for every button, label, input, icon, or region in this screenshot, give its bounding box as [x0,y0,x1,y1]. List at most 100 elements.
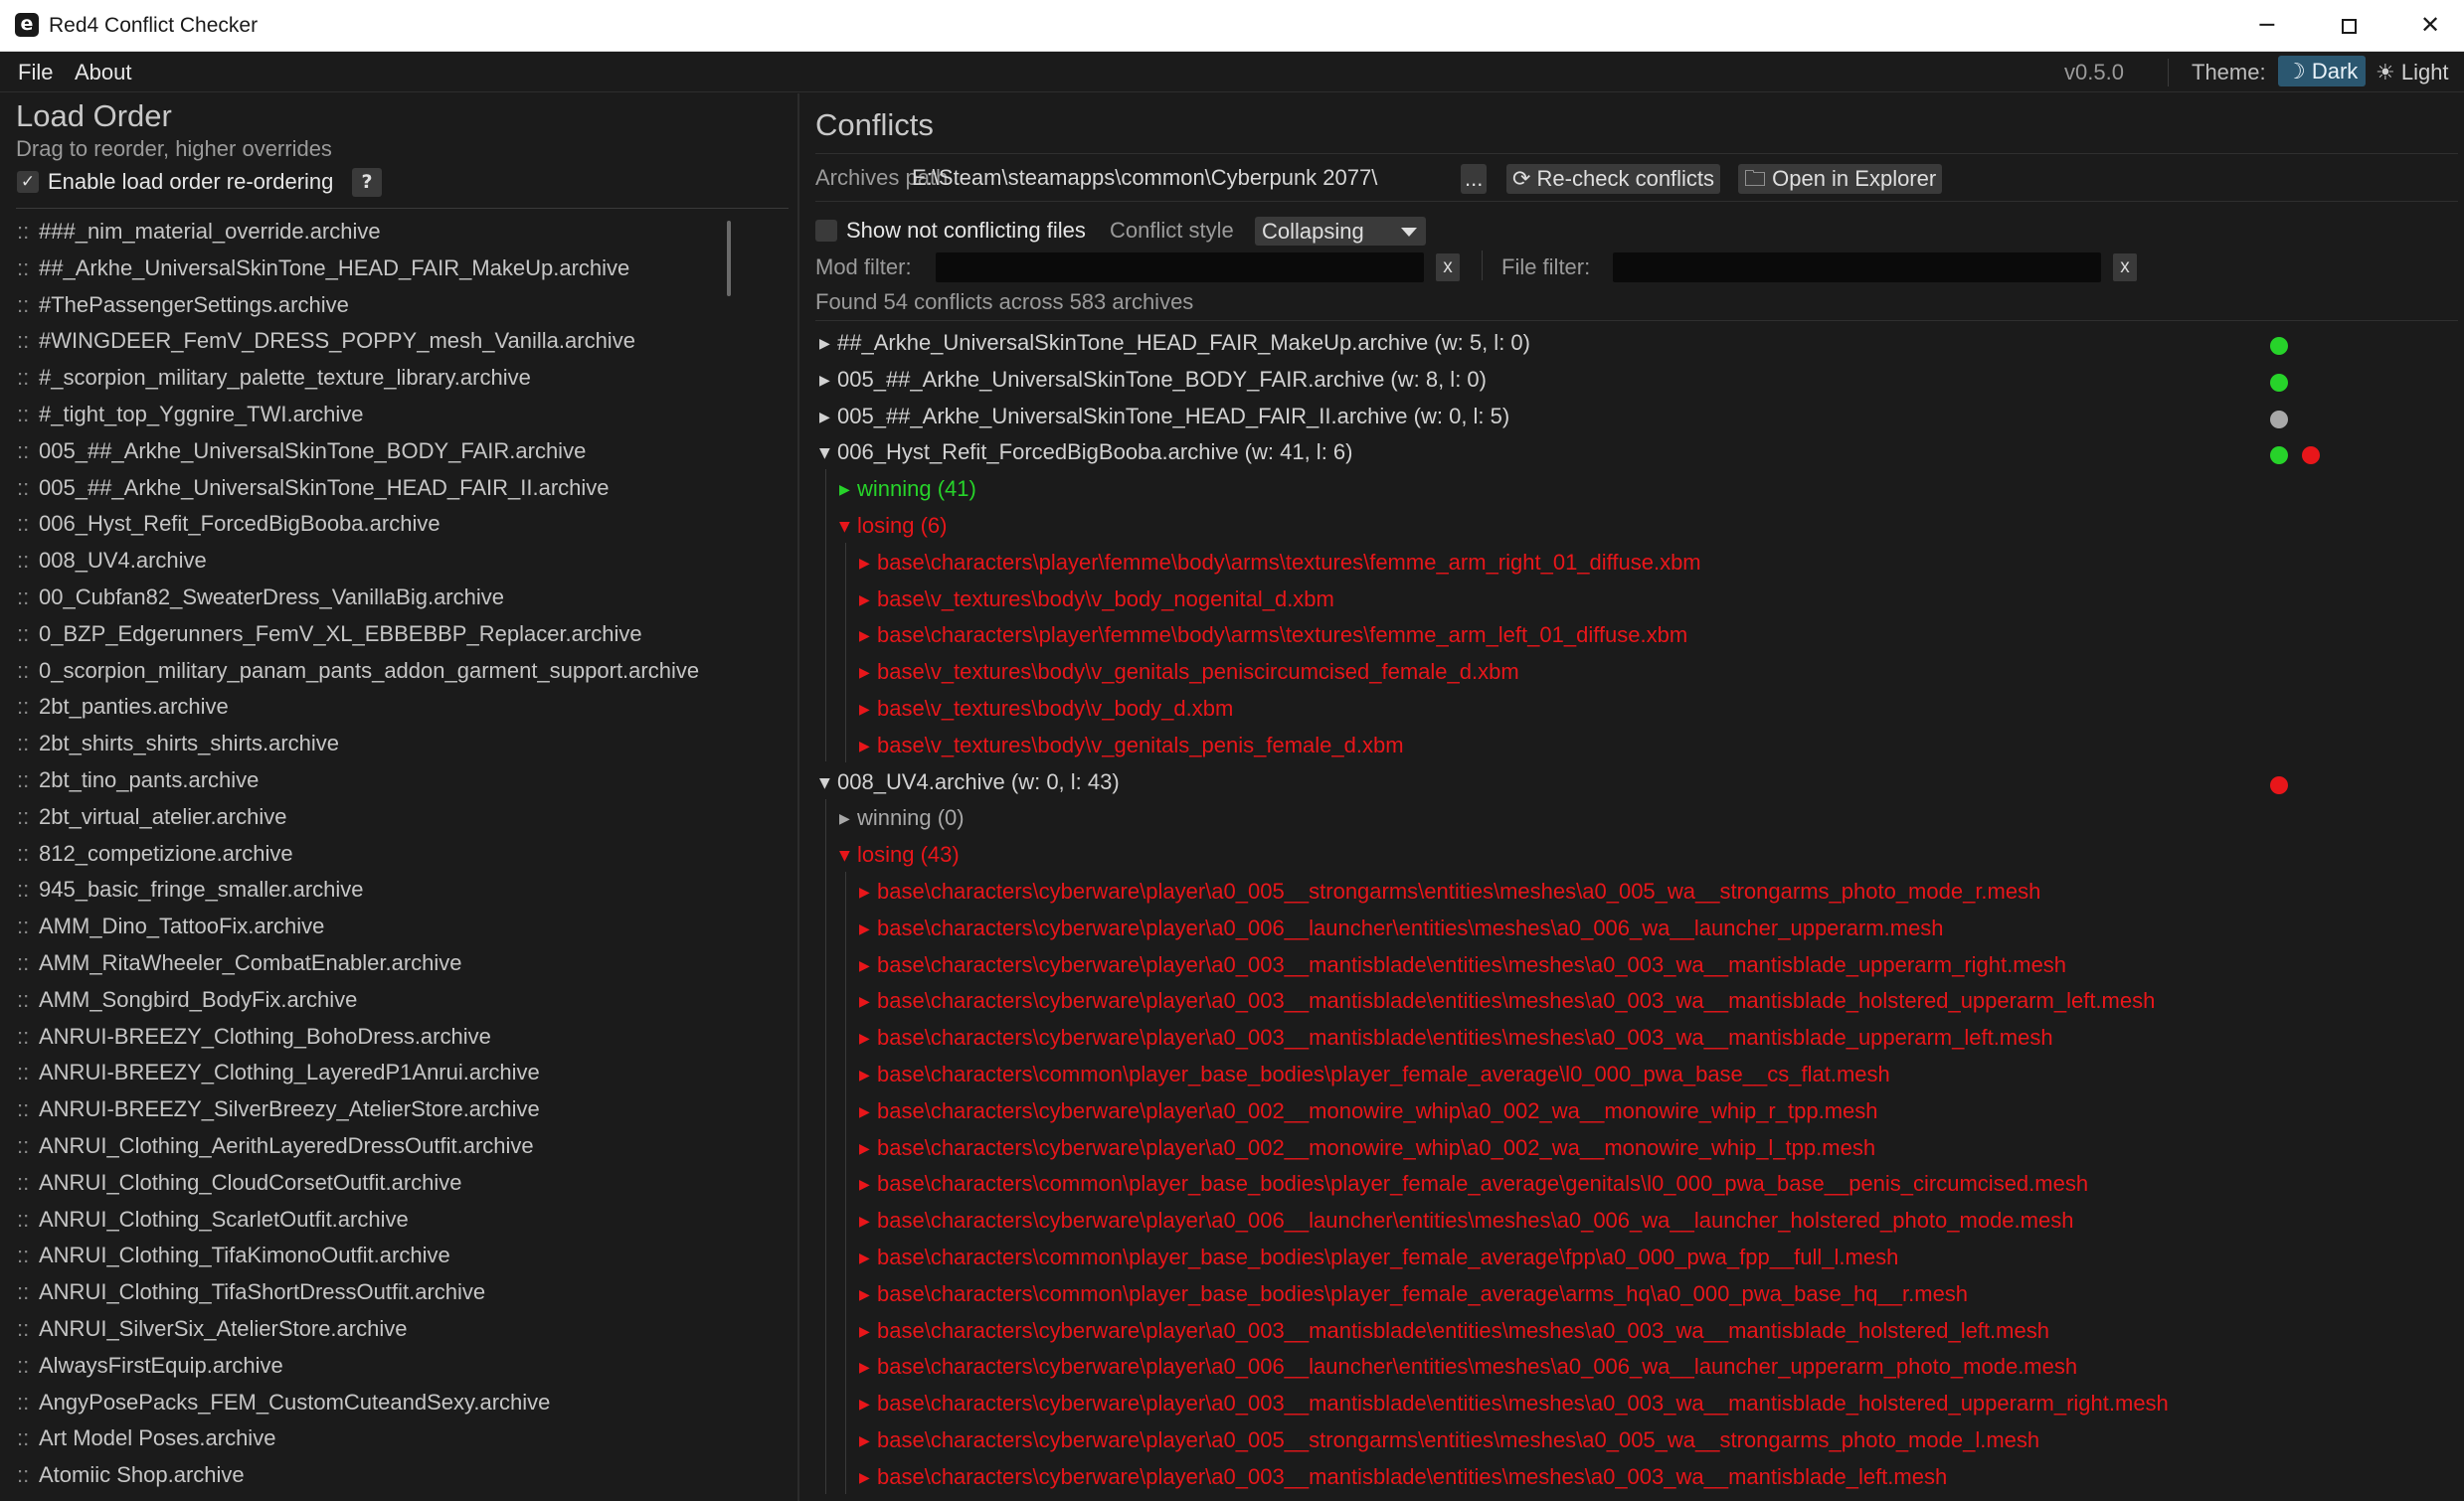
drag-handle-icon[interactable]: :: [17,1390,39,1416]
maximize-button[interactable] [2327,10,2371,42]
conflict-file-row[interactable]: ▶ base\characters\common\player_base_bodi… [859,1171,2088,1205]
conflict-file-row[interactable]: ▶ base\characters\cyberware\player\a0_003… [859,1464,1947,1498]
open-in-explorer-button[interactable]: 🗀 Open in Explorer [1738,164,1943,194]
conflict-file-row[interactable]: ▶ base\characters\cyberware\player\a0_003… [859,988,2155,1022]
load-order-item[interactable]: :: ##_Arkhe_UniversalSkinTone_HEAD_FAIR_M… [17,255,629,291]
drag-handle-icon[interactable]: :: [17,621,39,647]
chevron-right-icon[interactable]: ▶ [859,1433,877,1449]
load-order-item[interactable]: :: 0_BZP_Edgerunners_FemV_XL_EBBEBBP_Repl… [17,621,642,657]
chevron-down-icon[interactable]: ▼ [839,848,857,864]
load-order-item[interactable]: :: 008_UV4.archive [17,548,207,584]
load-order-item[interactable]: :: 005_##_Arkhe_UniversalSkinTone_HEAD_FA… [17,475,610,511]
close-button[interactable]: ✕ [2408,10,2452,42]
conflict-file-row[interactable]: ▶ base\v_textures\body\v_genitals_penis_f… [859,733,1404,766]
menu-about[interactable]: About [75,60,132,85]
drag-handle-icon[interactable]: :: [17,1279,39,1305]
chevron-right-icon[interactable]: ▶ [859,1214,877,1230]
load-order-item[interactable]: :: 2bt_panties.archive [17,694,229,730]
conflict-file-row[interactable]: ▶ base\characters\cyberware\player\a0_006… [859,1208,2073,1242]
load-order-list[interactable]: :: ###_nim_material_override.archive:: ##_… [0,219,756,1501]
enable-reordering-checkbox[interactable]: ✓ [17,171,39,193]
chevron-right-icon[interactable]: ▶ [859,994,877,1010]
chevron-down-icon[interactable]: ▼ [819,775,837,791]
drag-handle-icon[interactable]: :: [17,292,39,318]
conflict-file-row[interactable]: ▶ base\characters\player\femme\body\arms\… [859,550,1701,584]
chevron-down-icon[interactable]: ▼ [819,445,837,461]
drag-handle-icon[interactable]: :: [17,658,39,684]
chevron-right-icon[interactable]: ▶ [859,702,877,718]
archive-row[interactable]: ▶ ##_Arkhe_UniversalSkinTone_HEAD_FAIR_Ma… [819,330,1530,364]
chevron-right-icon[interactable]: ▶ [859,1470,877,1486]
load-order-item[interactable]: :: 2bt_shirts_shirts_shirts.archive [17,731,339,766]
theme-light-button[interactable]: ☀ Light [2376,60,2449,85]
chevron-right-icon[interactable]: ▶ [859,1397,877,1413]
load-order-item[interactable]: :: AMM_Dino_TattooFix.archive [17,914,324,949]
conflict-file-row[interactable]: ▶ base\characters\player\femme\body\arms\… [859,622,1687,656]
chevron-right-icon[interactable]: ▶ [859,628,877,644]
load-order-item[interactable]: :: ANRUI_Clothing_AerithLayeredDressOutfi… [17,1133,534,1169]
load-order-item[interactable]: :: 006_Hyst_Refit_ForcedBigBooba.archive [17,511,440,547]
load-order-item[interactable]: :: ANRUI-BREEZY_SilverBreezy_AtelierStore… [17,1096,540,1132]
drag-handle-icon[interactable]: :: [17,438,39,464]
browse-button[interactable]: ... [1461,164,1488,194]
conflict-file-row[interactable]: ▶ base\characters\cyberware\player\a0_006… [859,916,1944,949]
drag-handle-icon[interactable]: :: [17,219,39,245]
conflict-file-row[interactable]: ▶ base\characters\cyberware\player\a0_003… [859,1025,2053,1059]
conflict-tree[interactable]: ▶ ##_Arkhe_UniversalSkinTone_HEAD_FAIR_Ma… [801,330,2464,1501]
chevron-right-icon[interactable]: ▶ [839,811,857,827]
recheck-conflicts-button[interactable]: ⟳ Re-check conflicts [1506,164,1721,194]
conflict-file-row[interactable]: ▶ base\characters\cyberware\player\a0_006… [859,1354,2077,1388]
chevron-right-icon[interactable]: ▶ [859,556,877,572]
chevron-right-icon[interactable]: ▶ [859,1177,877,1193]
drag-handle-icon[interactable]: :: [17,402,39,427]
enable-reordering-label[interactable]: Enable load order re-ordering [48,169,333,195]
chevron-right-icon[interactable]: ▶ [859,921,877,937]
drag-handle-icon[interactable]: :: [17,1243,39,1268]
conflict-style-select[interactable]: Collapsing [1255,217,1426,246]
drag-handle-icon[interactable]: :: [17,987,39,1013]
conflict-file-row[interactable]: ▶ base\v_textures\body\v_genitals_penisci… [859,659,1519,693]
load-order-item[interactable]: :: AngyPosePacks_FEM_CustomCuteandSexy.ar… [17,1390,550,1425]
chevron-right-icon[interactable]: ▶ [859,958,877,974]
drag-handle-icon[interactable]: :: [17,767,39,793]
winning-group[interactable]: ▶ winning (41) [839,476,976,510]
load-order-item[interactable]: :: AlwaysFirstEquip.archive [17,1353,283,1389]
drag-handle-icon[interactable]: :: [17,511,39,537]
drag-handle-icon[interactable]: :: [17,548,39,574]
help-button[interactable]: ? [352,168,382,197]
drag-handle-icon[interactable]: :: [17,255,39,281]
load-order-item[interactable]: :: 945_basic_fringe_smaller.archive [17,877,364,913]
drag-handle-icon[interactable]: :: [17,584,39,610]
chevron-right-icon[interactable]: ▶ [859,1031,877,1047]
load-order-item[interactable]: :: AMM_RitaWheeler_CombatEnabler.archive [17,950,462,986]
load-order-item[interactable]: :: AMM_Songbird_BodyFix.archive [17,987,357,1023]
archive-row[interactable]: ▶ 005_##_Arkhe_UniversalSkinTone_BODY_FAI… [819,367,1487,401]
chevron-right-icon[interactable]: ▶ [859,1068,877,1084]
load-order-item[interactable]: :: 2bt_tino_pants.archive [17,767,259,803]
archive-row[interactable]: ▼ 008_UV4.archive (w: 0, l: 43) [819,769,1120,803]
mod-filter-clear-button[interactable]: x [1436,253,1460,281]
load-order-item[interactable]: :: Atomiic Shop.archive [17,1462,245,1498]
show-not-conflicting-label[interactable]: Show not conflicting files [846,218,1086,244]
chevron-right-icon[interactable]: ▶ [859,665,877,681]
conflict-file-row[interactable]: ▶ base\characters\cyberware\player\a0_005… [859,879,2040,913]
archives-path-value[interactable]: E:\Steam\steamapps\common\Cyberpunk 2077… [912,165,1377,191]
load-order-item[interactable]: :: ANRUI_Clothing_CloudCorsetOutfit.archi… [17,1170,462,1206]
drag-handle-icon[interactable]: :: [17,1133,39,1159]
chevron-right-icon[interactable]: ▶ [819,410,837,425]
load-order-item[interactable]: :: #_scorpion_military_palette_texture_li… [17,365,531,401]
drag-handle-icon[interactable]: :: [17,328,39,354]
winning-group[interactable]: ▶ winning (0) [839,805,965,839]
conflict-file-row[interactable]: ▶ base\characters\cyberware\player\a0_005… [859,1427,2039,1461]
drag-handle-icon[interactable]: :: [17,731,39,756]
mod-filter-input[interactable] [936,252,1424,282]
load-order-item[interactable]: :: 2bt_virtual_atelier.archive [17,804,286,840]
conflict-file-row[interactable]: ▶ base\v_textures\body\v_body_d.xbm [859,696,1233,730]
chevron-right-icon[interactable]: ▶ [859,1360,877,1376]
show-not-conflicting-checkbox[interactable] [815,220,837,242]
chevron-right-icon[interactable]: ▶ [859,885,877,901]
load-order-item[interactable]: :: ANRUI_SilverSix_AtelierStore.archive [17,1316,407,1352]
conflict-file-row[interactable]: ▶ base\characters\cyberware\player\a0_002… [859,1098,1878,1132]
chevron-right-icon[interactable]: ▶ [859,1141,877,1157]
load-order-item[interactable]: :: ANRUI-BREEZY_Clothing_LayeredP1Anrui.a… [17,1060,540,1095]
